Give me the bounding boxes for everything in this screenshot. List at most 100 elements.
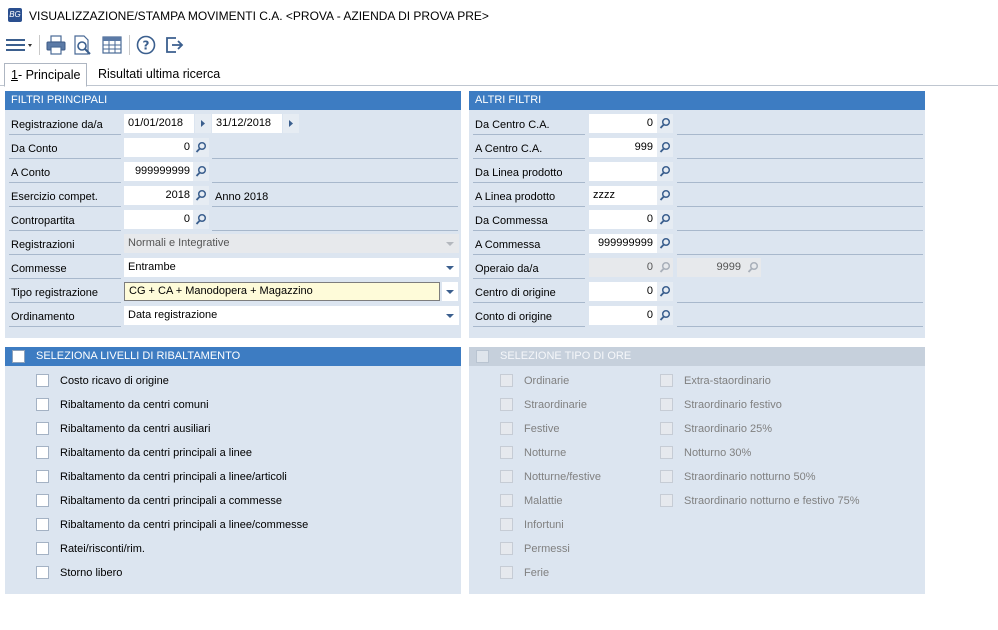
a-centro-input[interactable]: 999 — [589, 138, 657, 157]
esercizio-label: Esercizio compet. — [11, 191, 98, 203]
da-linea-input[interactable] — [589, 162, 657, 181]
livello-checkbox[interactable] — [36, 470, 49, 483]
esercizio-search-button[interactable] — [193, 186, 209, 205]
da-commessa-input[interactable]: 0 — [589, 210, 657, 229]
livelli-select-all-checkbox[interactable] — [12, 350, 25, 363]
da-linea-label: Da Linea prodotto — [475, 167, 563, 179]
a-commessa-description — [677, 254, 923, 255]
livello-checkbox[interactable] — [36, 494, 49, 507]
a-linea-input[interactable]: zzzz — [589, 186, 657, 205]
search-icon — [659, 189, 671, 201]
commesse-label: Commesse — [11, 263, 67, 275]
registrazione-from-input[interactable]: 01/01/2018 — [124, 114, 194, 133]
print-preview-button[interactable] — [71, 34, 93, 56]
livelli-ribaltamento-panel: SELEZIONA LIVELLI DI RIBALTAMENTO Costo … — [5, 347, 461, 594]
esercizio-input[interactable]: 2018 — [124, 186, 194, 205]
a-linea-search-button[interactable] — [657, 186, 673, 205]
filtri-principali-header: FILTRI PRINCIPALI — [5, 91, 461, 110]
registrazioni-label: Registrazioni — [11, 239, 75, 251]
centro-origine-input[interactable]: 0 — [589, 282, 657, 301]
menu-icon — [6, 39, 32, 51]
livello-checkbox[interactable] — [36, 566, 49, 579]
da-conto-input[interactable]: 0 — [124, 138, 194, 157]
print-preview-icon — [74, 35, 91, 55]
centro-origine-label: Centro di origine — [475, 287, 556, 299]
commesse-select[interactable]: Entrambe — [124, 258, 459, 277]
livello-checkbox[interactable] — [36, 542, 49, 555]
livello-label: Costo ricavo di origine — [60, 375, 169, 387]
tipo-ore-checkbox — [660, 374, 673, 387]
print-button[interactable] — [45, 34, 67, 56]
da-centro-input[interactable]: 0 — [589, 114, 657, 133]
contropartita-input[interactable]: 0 — [124, 210, 194, 229]
conto-origine-search-button[interactable] — [657, 306, 673, 325]
registrazioni-select: Normali e Integrative — [124, 234, 459, 253]
tipo-ore-title: SELEZIONE TIPO DI ORE — [500, 350, 632, 362]
tipo-ore-label: Straordinario 25% — [684, 423, 773, 435]
da-centro-search-button[interactable] — [657, 114, 673, 133]
a-conto-description — [212, 182, 458, 183]
registrazioni-dropdown — [442, 234, 458, 253]
help-button[interactable]: ? — [135, 34, 157, 56]
tipo-ore-label: Festive — [524, 423, 560, 435]
tipo-ore-checkbox — [660, 470, 673, 483]
menu-button[interactable] — [4, 34, 34, 56]
search-icon — [195, 165, 207, 177]
grid-button[interactable] — [101, 34, 123, 56]
conto-origine-input[interactable]: 0 — [589, 306, 657, 325]
a-conto-search-button[interactable] — [193, 162, 209, 181]
livello-checkbox[interactable] — [36, 374, 49, 387]
centro-origine-search-button[interactable] — [657, 282, 673, 301]
tipo-ore-label: Straordinarie — [524, 399, 587, 411]
registrazione-to-arrow-button[interactable] — [283, 114, 299, 133]
da-conto-label: Da Conto — [11, 143, 58, 155]
da-linea-search-button[interactable] — [657, 162, 673, 181]
altri-filtri-panel: ALTRI FILTRI Da Centro C.A. 0 A Centro C… — [469, 91, 925, 338]
commesse-dropdown[interactable] — [442, 258, 458, 277]
search-icon — [659, 117, 671, 129]
a-centro-search-button[interactable] — [657, 138, 673, 157]
a-conto-input[interactable]: 999999999 — [124, 162, 194, 181]
livello-checkbox[interactable] — [36, 398, 49, 411]
da-commessa-label: Da Commessa — [475, 215, 548, 227]
a-commessa-search-button[interactable] — [657, 234, 673, 253]
a-linea-label: A Linea prodotto — [475, 191, 556, 203]
registrazione-to-input[interactable]: 31/12/2018 — [212, 114, 282, 133]
livello-checkbox[interactable] — [36, 422, 49, 435]
livello-label: Ribaltamento da centri principali a line… — [60, 471, 287, 483]
chevron-right-icon — [201, 120, 205, 127]
chevron-right-icon — [289, 120, 293, 127]
livello-checkbox[interactable] — [36, 446, 49, 459]
contropartita-label: Contropartita — [11, 215, 75, 227]
da-commessa-search-button[interactable] — [657, 210, 673, 229]
tab-principale[interactable]: 1- Principale — [4, 63, 88, 87]
livello-checkbox[interactable] — [36, 518, 49, 531]
app-logo-icon: BG — [8, 8, 22, 22]
contropartita-search-button[interactable] — [193, 210, 209, 229]
esercizio-description: Anno 2018 — [215, 191, 269, 203]
tab-risultati[interactable]: Risultati ultima ricerca — [92, 63, 226, 87]
a-commessa-input[interactable]: 999999999 — [589, 234, 657, 253]
ordinamento-select[interactable]: Data registrazione — [124, 306, 459, 325]
altri-filtri-header: ALTRI FILTRI — [469, 91, 925, 110]
da-commessa-description — [677, 230, 923, 231]
tipo-registrazione-dropdown[interactable] — [442, 282, 458, 301]
print-icon — [46, 35, 66, 55]
tipo-ore-checkbox — [660, 398, 673, 411]
tipo-registrazione-select[interactable]: CG + CA + Manodopera + Magazzino — [124, 282, 440, 301]
exit-button[interactable] — [163, 34, 185, 56]
search-icon — [195, 141, 207, 153]
tipo-ore-checkbox — [500, 422, 513, 435]
da-centro-description — [677, 134, 923, 135]
registrazione-from-arrow-button[interactable] — [195, 114, 211, 133]
registrazione-label: Registrazione da/a — [11, 119, 103, 131]
tipo-ore-checkbox — [500, 518, 513, 531]
tipo-ore-label: Straordinario notturno e festivo 75% — [684, 495, 860, 507]
ordinamento-dropdown[interactable] — [442, 306, 458, 325]
search-icon — [659, 309, 671, 321]
tipo-ore-label: Straordinario festivo — [684, 399, 782, 411]
conto-origine-description — [677, 326, 923, 327]
tipo-ore-checkbox — [500, 374, 513, 387]
da-conto-search-button[interactable] — [193, 138, 209, 157]
tipo-ore-label: Ordinarie — [524, 375, 570, 387]
